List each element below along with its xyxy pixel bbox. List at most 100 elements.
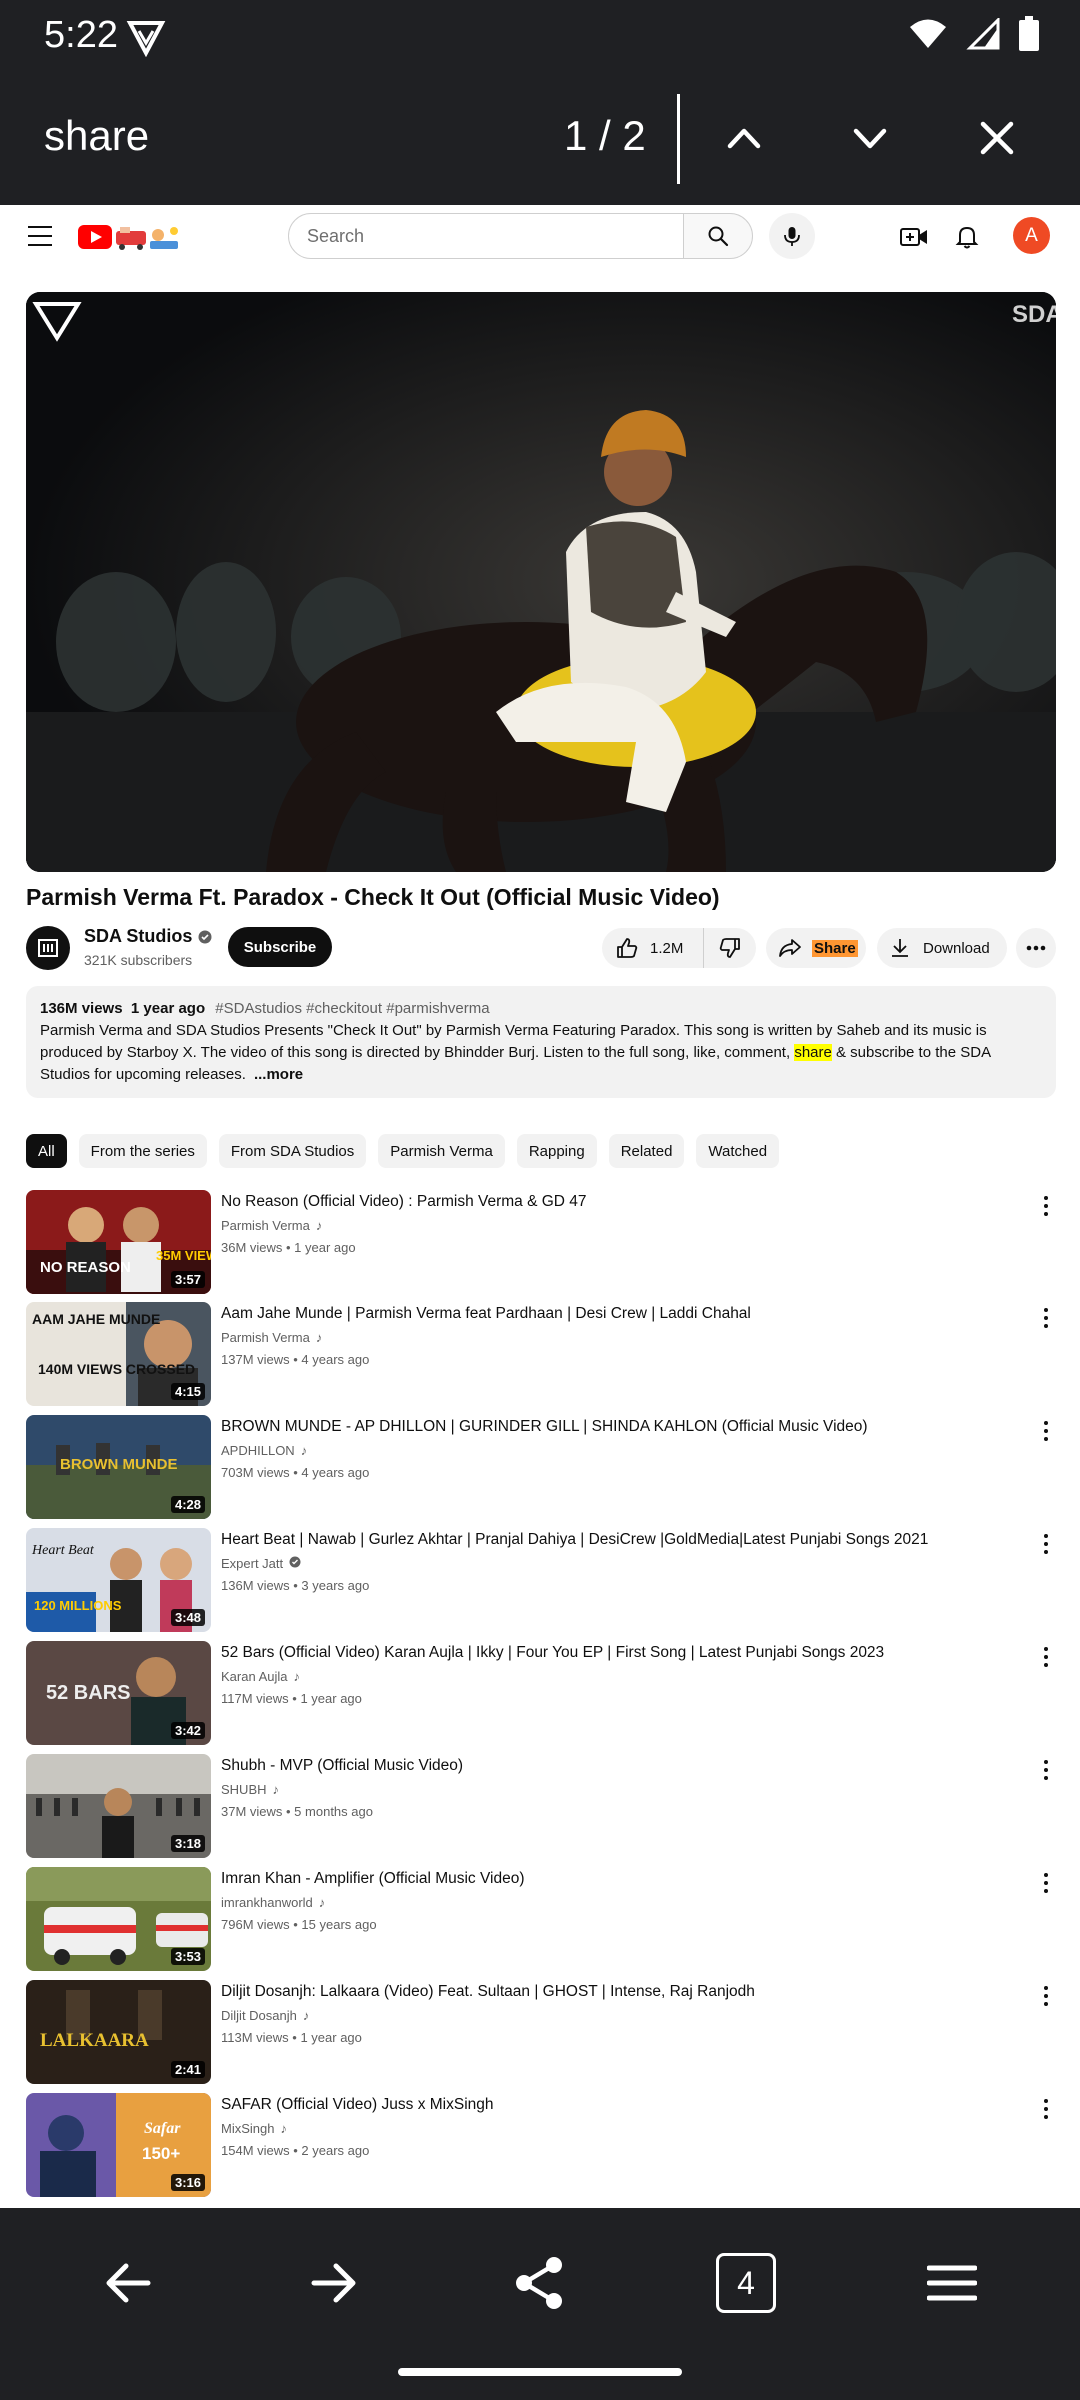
channel-name[interactable]: SDA Studios xyxy=(84,926,212,947)
find-query-input[interactable]: share xyxy=(44,112,149,160)
video-title[interactable]: BROWN MUNDE - AP DHILLON | GURINDER GILL… xyxy=(221,1417,981,1437)
video-channel[interactable]: Parmish Verma ♪ xyxy=(221,1218,322,1233)
video-channel[interactable]: Diljit Dosanjh ♪ xyxy=(221,2008,309,2023)
more-vertical-icon[interactable] xyxy=(1036,1532,1056,1556)
list-item[interactable]: BROWN MUNDE 4:28 BROWN MUNDE - AP DHILLO… xyxy=(26,1415,1056,1519)
search-button[interactable] xyxy=(683,213,753,259)
video-channel[interactable]: MixSingh ♪ xyxy=(221,2121,287,2136)
chip-related[interactable]: Related xyxy=(608,1134,685,1168)
account-avatar[interactable]: A xyxy=(1013,217,1050,254)
description-box[interactable]: 136M views 1 year ago #SDAstudios #check… xyxy=(26,986,1056,1098)
find-close-button[interactable] xyxy=(965,106,1029,170)
voice-search-button[interactable] xyxy=(769,213,815,259)
more-vertical-icon[interactable] xyxy=(1036,2097,1056,2121)
subscribe-button[interactable]: Subscribe xyxy=(228,927,332,967)
more-vertical-icon[interactable] xyxy=(1036,1871,1056,1895)
video-channel[interactable]: imrankhanworld ♪ xyxy=(221,1895,325,1910)
more-vertical-icon[interactable] xyxy=(1036,1984,1056,2008)
list-item[interactable]: Safar 150+ 3:16 SAFAR (Official Video) J… xyxy=(26,2093,1056,2197)
video-thumbnail[interactable]: BROWN MUNDE 4:28 xyxy=(26,1415,211,1519)
status-bar: 5:22 xyxy=(0,0,1080,72)
video-thumbnail[interactable]: 3:53 xyxy=(26,1867,211,1971)
video-thumbnail[interactable]: 52 BARS 3:42 xyxy=(26,1641,211,1745)
chip-from-sda-studios[interactable]: From SDA Studios xyxy=(218,1134,367,1168)
music-note-icon: ♪ xyxy=(318,1895,326,1910)
music-note-icon: ♪ xyxy=(300,1443,308,1458)
video-channel[interactable]: Parmish Verma ♪ xyxy=(221,1330,322,1345)
video-thumbnail[interactable]: Heart Beat 120 MILLIONS 3:48 xyxy=(26,1528,211,1632)
download-label: Download xyxy=(923,939,990,957)
find-previous-button[interactable] xyxy=(712,106,776,170)
chip-watched[interactable]: Watched xyxy=(696,1134,780,1168)
list-item[interactable]: AAM JAHE MUNDE 140M VIEWS CROSSED 4:15 A… xyxy=(26,1302,1056,1406)
tab-switcher-button[interactable]: 4 xyxy=(706,2248,786,2318)
back-button[interactable] xyxy=(88,2248,168,2318)
find-match-highlight: share xyxy=(794,1044,832,1061)
video-channel[interactable]: Expert Jatt xyxy=(221,1556,301,1571)
microphone-icon xyxy=(784,227,800,246)
video-title[interactable]: No Reason (Official Video) : Parmish Ver… xyxy=(221,1192,981,1212)
menu-icon[interactable] xyxy=(28,226,52,246)
description-age: 1 year ago xyxy=(130,1000,206,1017)
more-vertical-icon[interactable] xyxy=(1036,1758,1056,1782)
channel-avatar[interactable] xyxy=(26,926,70,970)
more-vertical-icon[interactable] xyxy=(1036,1306,1056,1330)
create-icon xyxy=(900,228,927,246)
download-button[interactable]: Download xyxy=(877,928,1007,968)
video-thumbnail[interactable]: 3:18 xyxy=(26,1754,211,1858)
video-title[interactable]: 52 Bars (Official Video) Karan Aujla | I… xyxy=(221,1643,981,1663)
find-next-button[interactable] xyxy=(838,106,902,170)
share-button[interactable]: Share xyxy=(766,928,866,968)
video-meta: 796M views • 15 years ago xyxy=(221,1917,377,1932)
video-thumbnail[interactable]: AAM JAHE MUNDE 140M VIEWS CROSSED 4:15 xyxy=(26,1302,211,1406)
video-thumbnail[interactable]: NO REASON 35M VIEWS 3:57 xyxy=(26,1190,211,1294)
video-thumbnail[interactable]: LALKAARA 2:41 xyxy=(26,1980,211,2084)
video-channel[interactable]: SHUBH ♪ xyxy=(221,1782,279,1797)
description-more-link[interactable]: ...more xyxy=(254,1066,303,1083)
more-vertical-icon[interactable] xyxy=(1036,1419,1056,1443)
status-time: 5:22 xyxy=(44,14,118,56)
share-icon xyxy=(779,939,801,957)
more-actions-button[interactable] xyxy=(1016,928,1056,968)
video-player[interactable]: SDA xyxy=(26,292,1056,872)
chip-parmish-verma[interactable]: Parmish Verma xyxy=(378,1134,505,1168)
video-title[interactable]: Diljit Dosanjh: Lalkaara (Video) Feat. S… xyxy=(221,1982,981,2002)
list-item[interactable]: 3:53 Imran Khan - Amplifier (Official Mu… xyxy=(26,1867,1056,1971)
arrow-right-icon xyxy=(311,2263,356,2303)
status-icons xyxy=(908,16,1040,57)
like-button[interactable]: 1.2M xyxy=(602,928,704,968)
filter-chips: All From the series From SDA Studios Par… xyxy=(26,1134,780,1168)
svg-text:120 MILLIONS: 120 MILLIONS xyxy=(34,1598,122,1613)
chip-rapping[interactable]: Rapping xyxy=(516,1134,597,1168)
video-meta: 136M views • 3 years ago xyxy=(221,1578,370,1593)
search-input[interactable]: Search xyxy=(288,213,684,259)
dislike-button[interactable] xyxy=(704,928,756,968)
description-tags[interactable]: #SDAstudios #checkitout #parmishverma xyxy=(215,1000,489,1017)
list-item[interactable]: Heart Beat 120 MILLIONS 3:48 Heart Beat … xyxy=(26,1528,1056,1632)
youtube-logo[interactable] xyxy=(78,221,182,253)
music-note-icon: ♪ xyxy=(315,1218,323,1233)
video-title[interactable]: Shubh - MVP (Official Music Video) xyxy=(221,1756,981,1776)
notifications-button[interactable] xyxy=(949,219,985,255)
browser-menu-button[interactable] xyxy=(912,2248,992,2318)
more-vertical-icon[interactable] xyxy=(1036,1645,1056,1669)
create-video-button[interactable] xyxy=(896,219,932,255)
share-page-button[interactable] xyxy=(500,2248,580,2318)
browser-toolbar: 4 xyxy=(0,2208,1080,2400)
video-channel[interactable]: Karan Aujla ♪ xyxy=(221,1669,300,1684)
list-item[interactable]: NO REASON 35M VIEWS 3:57 No Reason (Offi… xyxy=(26,1190,1056,1294)
chip-from-the-series[interactable]: From the series xyxy=(78,1134,207,1168)
list-item[interactable]: LALKAARA 2:41 Diljit Dosanjh: Lalkaara (… xyxy=(26,1980,1056,2084)
more-vertical-icon[interactable] xyxy=(1036,1194,1056,1218)
video-channel[interactable]: APDHILLON ♪ xyxy=(221,1443,307,1458)
video-title[interactable]: SAFAR (Official Video) Juss x MixSingh xyxy=(221,2095,981,2115)
video-title[interactable]: Aam Jahe Munde | Parmish Verma feat Pard… xyxy=(221,1304,981,1324)
list-item[interactable]: 3:18 Shubh - MVP (Official Music Video) … xyxy=(26,1754,1056,1858)
home-indicator[interactable] xyxy=(398,2368,682,2376)
chip-all[interactable]: All xyxy=(26,1134,67,1168)
video-title[interactable]: Heart Beat | Nawab | Gurlez Akhtar | Pra… xyxy=(221,1530,981,1550)
video-thumbnail[interactable]: Safar 150+ 3:16 xyxy=(26,2093,211,2197)
forward-button[interactable] xyxy=(294,2248,374,2318)
list-item[interactable]: 52 BARS 3:42 52 Bars (Official Video) Ka… xyxy=(26,1641,1056,1745)
video-title[interactable]: Imran Khan - Amplifier (Official Music V… xyxy=(221,1869,981,1889)
